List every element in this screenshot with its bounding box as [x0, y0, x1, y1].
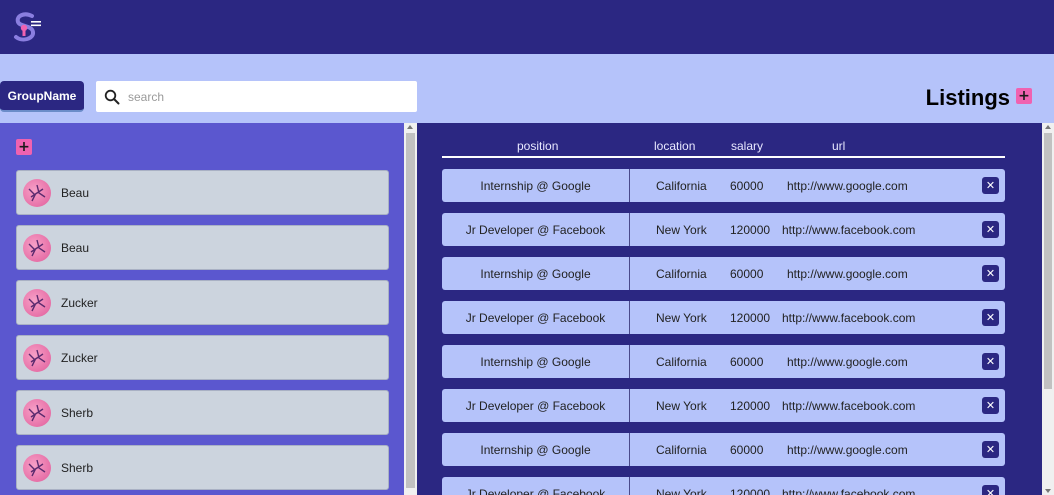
member-name: Sherb [61, 460, 94, 475]
listings-panel: position location salary url Internship … [417, 123, 1042, 495]
cell-location: New York [656, 222, 707, 237]
column-header-location: location [654, 139, 696, 153]
list-item[interactable]: Sherb [16, 390, 389, 435]
delete-listing-button[interactable]: ✕ [982, 221, 999, 238]
column-header-url: url [832, 139, 846, 153]
row-divider [629, 389, 630, 422]
member-list-panel: + Beau Beau Zucker Zucker Sherb Sherb [0, 123, 404, 495]
row-divider [629, 213, 630, 246]
column-header-salary: salary [731, 139, 764, 153]
delete-listing-button[interactable]: ✕ [982, 177, 999, 194]
cell-location: California [656, 442, 707, 457]
list-item[interactable]: Beau [16, 225, 389, 270]
avatar [23, 343, 51, 372]
scroll-up-icon[interactable] [1045, 125, 1051, 129]
cell-location: New York [656, 310, 707, 325]
cell-location: California [656, 266, 707, 281]
cell-url: http://www.facebook.com [782, 222, 916, 237]
avatar [23, 178, 51, 207]
row-divider [629, 257, 630, 290]
member-name: Beau [61, 240, 90, 255]
member-name: Beau [61, 185, 90, 200]
scroll-down-icon[interactable] [1045, 489, 1051, 493]
member-name: Sherb [61, 405, 94, 420]
toolbar: GroupName Listings + [0, 54, 1054, 123]
cell-position: Internship @ Google [480, 178, 591, 193]
table-row[interactable]: Internship @ Google California 60000 htt… [442, 169, 1005, 202]
delete-listing-button[interactable]: ✕ [982, 485, 999, 495]
delete-listing-button[interactable]: ✕ [982, 353, 999, 370]
cell-url: http://www.facebook.com [782, 310, 916, 325]
cell-salary: 60000 [730, 266, 764, 281]
cell-salary: 120000 [730, 310, 771, 325]
table-row[interactable]: Jr Developer @ Facebook New York 120000 … [442, 301, 1005, 334]
cell-url: http://www.facebook.com [782, 486, 916, 495]
row-divider [629, 169, 630, 202]
scrollbar-thumb[interactable] [406, 133, 415, 488]
page-scrollbar[interactable] [1042, 123, 1054, 495]
cell-url: http://www.google.com [787, 178, 908, 193]
avatar [23, 288, 51, 317]
table-row[interactable]: Jr Developer @ Facebook New York 120000 … [442, 213, 1005, 246]
row-divider [629, 301, 630, 334]
cell-salary: 120000 [730, 486, 771, 495]
list-item[interactable]: Zucker [16, 280, 389, 325]
cell-position: Internship @ Google [480, 266, 591, 281]
table-row[interactable]: Jr Developer @ Facebook New York 120000 … [442, 389, 1005, 422]
list-item[interactable]: Sherb [16, 445, 389, 490]
cell-location: California [656, 178, 707, 193]
cell-position: Jr Developer @ Facebook [465, 486, 606, 495]
cell-position: Internship @ Google [480, 354, 591, 369]
cell-position: Jr Developer @ Facebook [465, 310, 606, 325]
table-row[interactable]: Internship @ Google California 60000 htt… [442, 433, 1005, 466]
table-row[interactable]: Internship @ Google California 60000 htt… [442, 345, 1005, 378]
header-divider [442, 156, 1005, 158]
search-icon [104, 89, 120, 104]
add-listing-button[interactable]: + [1016, 88, 1032, 104]
cell-salary: 60000 [730, 178, 764, 193]
table-row[interactable]: Jr Developer @ Facebook New York 120000 … [442, 477, 1005, 495]
member-name: Zucker [61, 350, 98, 365]
cell-salary: 60000 [730, 354, 764, 369]
row-divider [629, 433, 630, 466]
scroll-up-icon[interactable] [407, 125, 413, 129]
cell-url: http://www.facebook.com [782, 398, 916, 413]
member-list-scrollbar[interactable] [404, 123, 417, 495]
add-member-button[interactable]: + [16, 139, 32, 155]
row-divider [629, 345, 630, 378]
search-box[interactable] [96, 81, 417, 112]
delete-listing-button[interactable]: ✕ [982, 441, 999, 458]
cell-salary: 120000 [730, 222, 771, 237]
cell-url: http://www.google.com [787, 354, 908, 369]
avatar [23, 453, 51, 482]
cell-url: http://www.google.com [787, 266, 908, 281]
list-item[interactable]: Beau [16, 170, 389, 215]
cell-location: New York [656, 486, 707, 495]
avatar [23, 398, 51, 427]
cell-salary: 120000 [730, 398, 771, 413]
cell-location: California [656, 354, 707, 369]
avatar [23, 233, 51, 262]
row-divider [629, 477, 630, 495]
cell-position: Internship @ Google [480, 442, 591, 457]
column-header-position: position [517, 139, 559, 153]
cell-position: Jr Developer @ Facebook [465, 222, 606, 237]
top-app-bar [0, 0, 1054, 54]
cell-salary: 60000 [730, 442, 764, 457]
search-input[interactable] [128, 89, 408, 104]
cell-position: Jr Developer @ Facebook [465, 398, 606, 413]
app-logo-icon[interactable] [10, 10, 44, 44]
delete-listing-button[interactable]: ✕ [982, 265, 999, 282]
list-item[interactable]: Zucker [16, 335, 389, 380]
cell-location: New York [656, 398, 707, 413]
delete-listing-button[interactable]: ✕ [982, 309, 999, 326]
scrollbar-thumb[interactable] [1044, 133, 1052, 389]
page-title: Listings [925, 85, 1010, 110]
delete-listing-button[interactable]: ✕ [982, 397, 999, 414]
table-row[interactable]: Internship @ Google California 60000 htt… [442, 257, 1005, 290]
member-name: Zucker [61, 295, 98, 310]
cell-url: http://www.google.com [787, 442, 908, 457]
group-name-button[interactable]: GroupName [0, 81, 84, 112]
